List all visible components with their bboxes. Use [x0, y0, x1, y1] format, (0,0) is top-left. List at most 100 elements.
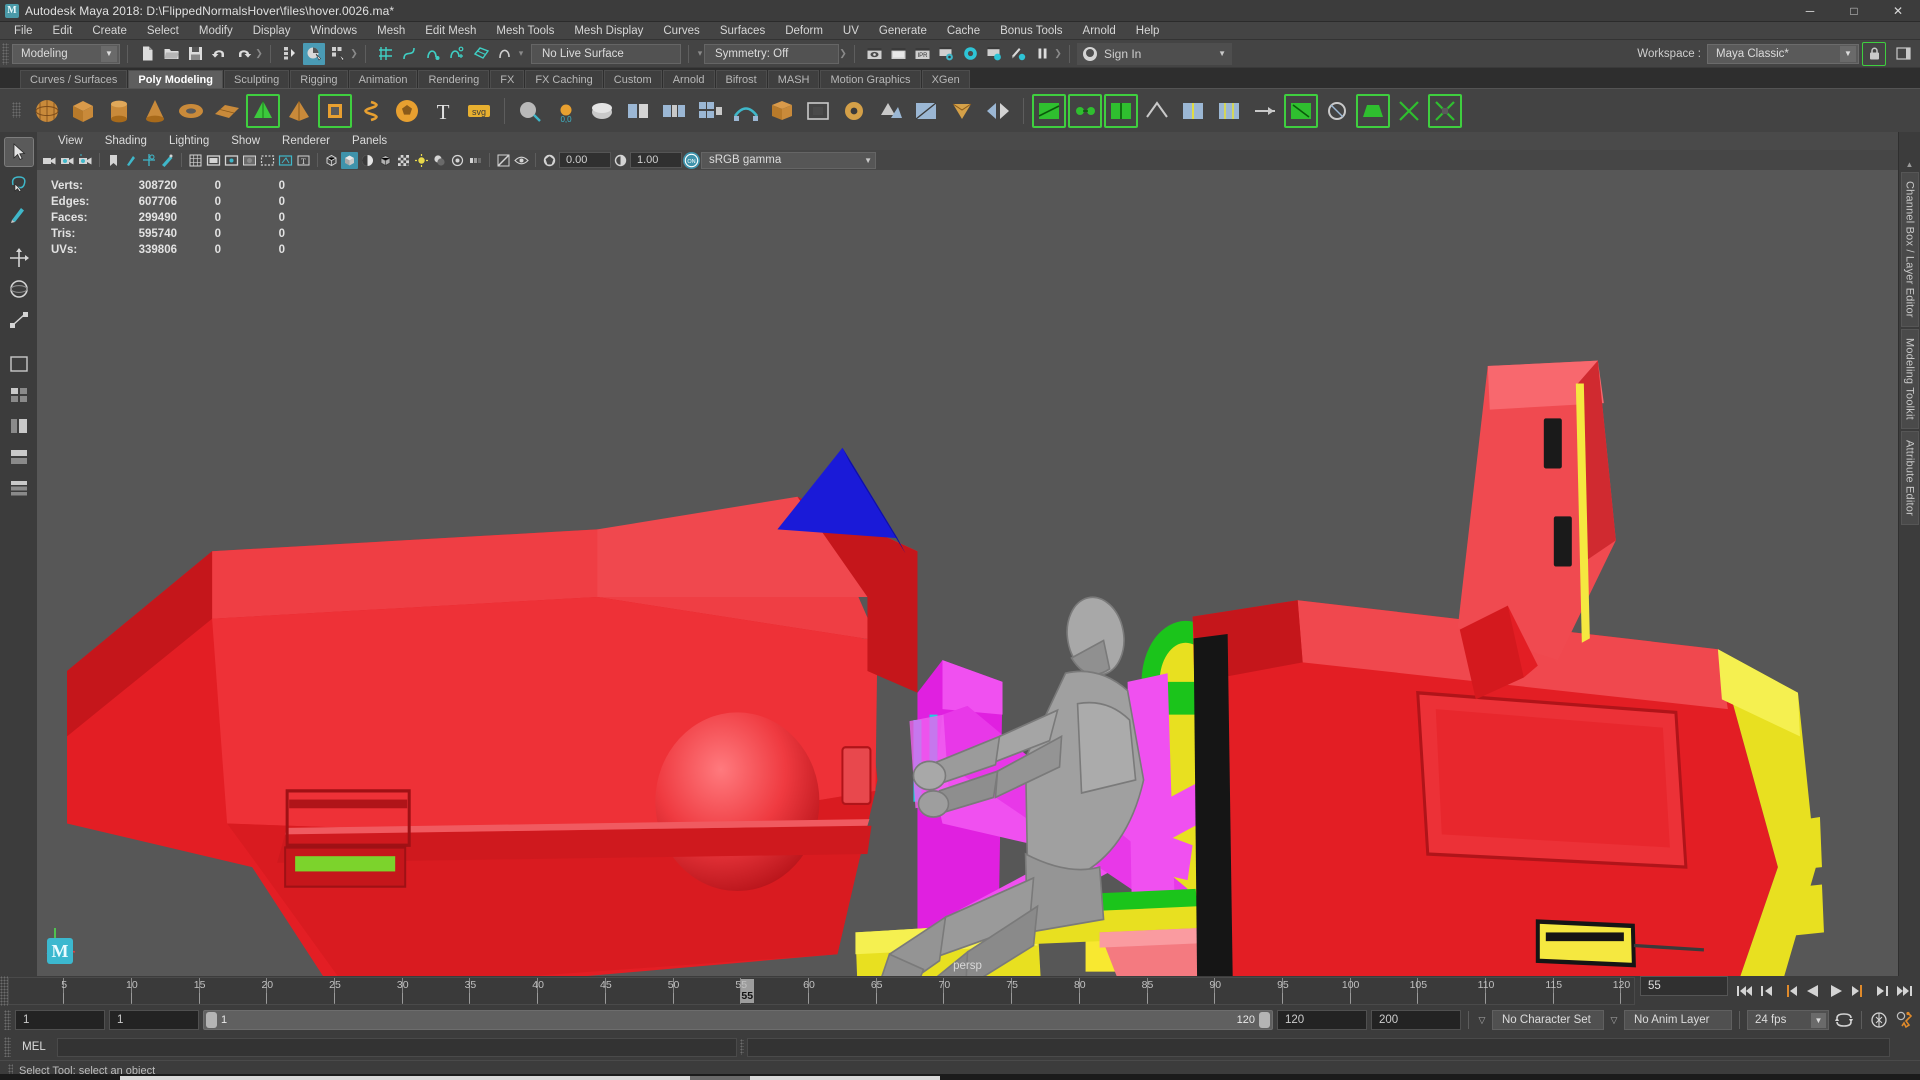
close-button[interactable]: ✕ — [1876, 0, 1920, 22]
poly-bridge-icon[interactable] — [729, 94, 763, 128]
gate-mask-icon[interactable] — [241, 152, 258, 169]
shelf-tab-poly-modeling[interactable]: Poly Modeling — [128, 70, 223, 88]
menu-mesh-display[interactable]: Mesh Display — [564, 22, 653, 40]
sign-in-button[interactable]: Sign In ▼ — [1077, 43, 1232, 65]
snap-to-curve-icon[interactable] — [398, 43, 420, 65]
shelf-tab-arnold[interactable]: Arnold — [663, 70, 715, 88]
2d-pan-zoom-icon[interactable] — [141, 152, 158, 169]
command-input[interactable] — [57, 1038, 737, 1057]
shelf-tab-mash[interactable]: MASH — [768, 70, 820, 88]
menu-mesh[interactable]: Mesh — [367, 22, 415, 40]
range-end-handle[interactable] — [1259, 1012, 1270, 1028]
render-collapse-arrow[interactable]: ❯ — [1054, 45, 1062, 63]
color-profile-selector[interactable]: sRGB gamma ▼ — [701, 152, 876, 169]
dock-tab-attribute-editor[interactable]: Attribute Editor — [1901, 431, 1919, 525]
poly-chamfer-icon[interactable] — [1392, 94, 1426, 128]
command-splitter[interactable] — [740, 1039, 744, 1055]
viewport-menu-view[interactable]: View — [47, 132, 94, 150]
scale-tool[interactable] — [5, 306, 33, 334]
poly-merge-icon[interactable] — [765, 94, 799, 128]
grid-icon[interactable] — [187, 152, 204, 169]
range-slider[interactable]: 1 120 — [203, 1010, 1273, 1030]
render-settings-icon[interactable] — [935, 43, 957, 65]
select-camera-icon[interactable] — [41, 152, 58, 169]
snap-options-arrow[interactable]: ▾ — [517, 45, 525, 63]
poly-soccer-ball-icon[interactable] — [390, 94, 424, 128]
smooth-shade-icon[interactable] — [341, 152, 358, 169]
anim-layer-field[interactable]: No Anim Layer — [1624, 1010, 1732, 1030]
poly-spin-edge-icon[interactable] — [1284, 94, 1318, 128]
paint-select-tool[interactable] — [5, 200, 33, 228]
poly-crease-icon[interactable] — [1140, 94, 1174, 128]
poly-cube-icon[interactable] — [66, 94, 100, 128]
lasso-select-tool[interactable] — [5, 169, 33, 197]
ipr-render-icon[interactable]: IPR — [911, 43, 933, 65]
quick-layout-hypergraph[interactable] — [5, 443, 33, 471]
quick-layout-outliner[interactable] — [5, 412, 33, 440]
menu-uv[interactable]: UV — [833, 22, 869, 40]
lighting-icon[interactable] — [413, 152, 430, 169]
taskbar-item[interactable] — [690, 1076, 750, 1080]
poly-cone-icon[interactable] — [138, 94, 172, 128]
poly-smooth-icon[interactable] — [873, 94, 907, 128]
render-view-icon[interactable] — [863, 43, 885, 65]
menu-edit-mesh[interactable]: Edit Mesh — [415, 22, 486, 40]
command-output-field[interactable] — [747, 1038, 1890, 1057]
viewport-menu-shading[interactable]: Shading — [94, 132, 158, 150]
menu-display[interactable]: Display — [243, 22, 301, 40]
quick-layout-persp-graph[interactable] — [5, 474, 33, 502]
quick-layout-four[interactable] — [5, 381, 33, 409]
menu-modify[interactable]: Modify — [189, 22, 243, 40]
poly-pyramid-icon[interactable] — [282, 94, 316, 128]
poly-slide-edge-icon[interactable] — [1248, 94, 1282, 128]
textured-icon[interactable] — [395, 152, 412, 169]
snap-to-grid-icon[interactable] — [374, 43, 396, 65]
shelf-tab-animation[interactable]: Animation — [349, 70, 418, 88]
menu-cache[interactable]: Cache — [937, 22, 990, 40]
dock-collapse-icon[interactable]: ▲ — [1903, 158, 1917, 170]
auto-key-icon[interactable] — [1868, 1009, 1890, 1031]
play-forwards-icon[interactable] — [1825, 980, 1847, 1002]
playback-speed-selector[interactable]: 24 fps ▼ — [1747, 1010, 1829, 1030]
shaded-wireframe-icon[interactable] — [377, 152, 394, 169]
select-tool[interactable] — [5, 138, 33, 166]
shelf-tab-fx-caching[interactable]: FX Caching — [525, 70, 602, 88]
toggle-sidebars-icon[interactable] — [1892, 43, 1914, 65]
depth-of-field-icon[interactable] — [513, 152, 530, 169]
menu-arnold[interactable]: Arnold — [1073, 22, 1126, 40]
viewport-menu-show[interactable]: Show — [220, 132, 271, 150]
statusline-grip[interactable] — [2, 43, 9, 65]
bookmark-icon[interactable] — [105, 152, 122, 169]
maximize-button[interactable]: □ — [1832, 0, 1876, 22]
new-scene-icon[interactable] — [136, 43, 158, 65]
image-plane-icon[interactable] — [123, 152, 140, 169]
poly-insert-edge-loop-icon[interactable] — [1176, 94, 1210, 128]
menu-help[interactable]: Help — [1126, 22, 1170, 40]
shelf-tab-rigging[interactable]: Rigging — [290, 70, 347, 88]
film-origin-icon[interactable] — [259, 152, 276, 169]
select-by-component-icon[interactable] — [327, 43, 349, 65]
menu-set-selector[interactable]: Modeling ▼ — [12, 44, 120, 64]
shadows-icon[interactable] — [431, 152, 448, 169]
animation-end-time-field[interactable]: 200 — [1371, 1010, 1461, 1030]
multisample-icon[interactable] — [495, 152, 512, 169]
step-forward-frame-icon[interactable] — [1871, 980, 1893, 1002]
command-line-grip[interactable] — [4, 1037, 11, 1057]
live-surface-field[interactable]: No Live Surface — [531, 44, 681, 64]
step-forward-key-icon[interactable] — [1848, 980, 1870, 1002]
shelf-tab-bifrost[interactable]: Bifrost — [716, 70, 767, 88]
select-mask-arrow[interactable]: ❯ — [350, 45, 358, 63]
poly-plane-icon[interactable] — [210, 94, 244, 128]
poly-offset-edge-loop-icon[interactable] — [1212, 94, 1246, 128]
workspace-selector[interactable]: Maya Classic* ▼ — [1707, 44, 1859, 64]
open-scene-icon[interactable] — [160, 43, 182, 65]
shelf-tab-custom[interactable]: Custom — [604, 70, 662, 88]
make-live-icon[interactable] — [494, 43, 516, 65]
poly-prism-icon[interactable] — [246, 94, 280, 128]
range-start-handle[interactable] — [206, 1012, 217, 1028]
poly-append-icon[interactable] — [837, 94, 871, 128]
camera-attributes-icon[interactable] — [77, 152, 94, 169]
menu-generate[interactable]: Generate — [869, 22, 937, 40]
poly-separate-icon[interactable] — [585, 94, 619, 128]
shelf-tab-motion-graphics[interactable]: Motion Graphics — [820, 70, 920, 88]
